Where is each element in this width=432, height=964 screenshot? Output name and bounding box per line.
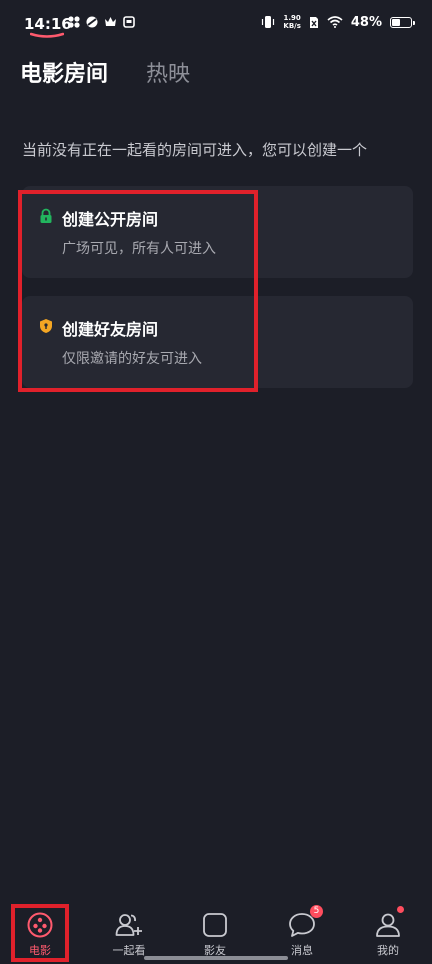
top-tabs: 电影房间 热映 (20, 56, 190, 88)
app-notification-icon (86, 16, 98, 28)
battery-percent: 48% (350, 14, 382, 30)
card-subtitle: 广场可见，所有人可进入 (62, 241, 216, 257)
square-icon (203, 913, 227, 937)
app-notification-icon (123, 16, 135, 28)
tab-now-showing[interactable]: 热映 (146, 56, 190, 88)
net-speed-unit: KB/s (283, 22, 301, 30)
add-friend-icon (115, 914, 142, 936)
nav-item-movie-friends[interactable]: 影友 (180, 902, 250, 964)
nav-label: 我的 (377, 944, 399, 957)
nav-label: 电影 (29, 944, 51, 957)
card-subtitle: 仅限邀请的好友可进入 (62, 351, 202, 367)
bottom-nav: 电影 一起看 影友 5 消息 我的 (0, 902, 432, 964)
unread-badge: 5 (310, 905, 323, 918)
crown-icon (105, 17, 116, 26)
nav-item-messages[interactable]: 5 消息 (267, 902, 337, 964)
shield-icon (40, 319, 52, 333)
battery-icon (390, 16, 415, 28)
notification-dot (397, 906, 404, 913)
nav-item-watch-together[interactable]: 一起看 (94, 902, 164, 964)
create-friends-room-button[interactable]: 创建好友房间 仅限邀请的好友可进入 (22, 296, 413, 388)
create-public-room-button[interactable]: 创建公开房间 广场可见，所有人可进入 (22, 186, 413, 278)
net-speed-value: 1.90 (283, 14, 301, 22)
film-reel-icon (27, 912, 53, 938)
card-title: 创建好友房间 (62, 320, 159, 339)
home-indicator[interactable] (144, 956, 288, 960)
nav-item-movie[interactable]: 电影 (5, 902, 75, 964)
active-tab-indicator (30, 32, 64, 38)
net-speed: 1.90 KB/s (283, 14, 300, 30)
app-notification-icon (68, 16, 80, 28)
nav-item-profile[interactable]: 我的 (353, 902, 423, 964)
notification-icons (68, 16, 135, 28)
profile-icon (376, 913, 400, 937)
status-bar: 14:16 1.90 KB/s 48% (0, 0, 432, 50)
tab-movie-room[interactable]: 电影房间 (20, 56, 108, 88)
wifi-icon (327, 16, 343, 28)
empty-hint: 当前没有正在一起看的房间可进入，您可以创建一个 (22, 141, 368, 159)
card-title: 创建公开房间 (62, 210, 159, 229)
lock-icon (40, 208, 52, 223)
no-sim-icon (309, 16, 318, 28)
vibrate-icon (262, 16, 275, 28)
system-indicators: 1.90 KB/s 48% (261, 14, 415, 30)
